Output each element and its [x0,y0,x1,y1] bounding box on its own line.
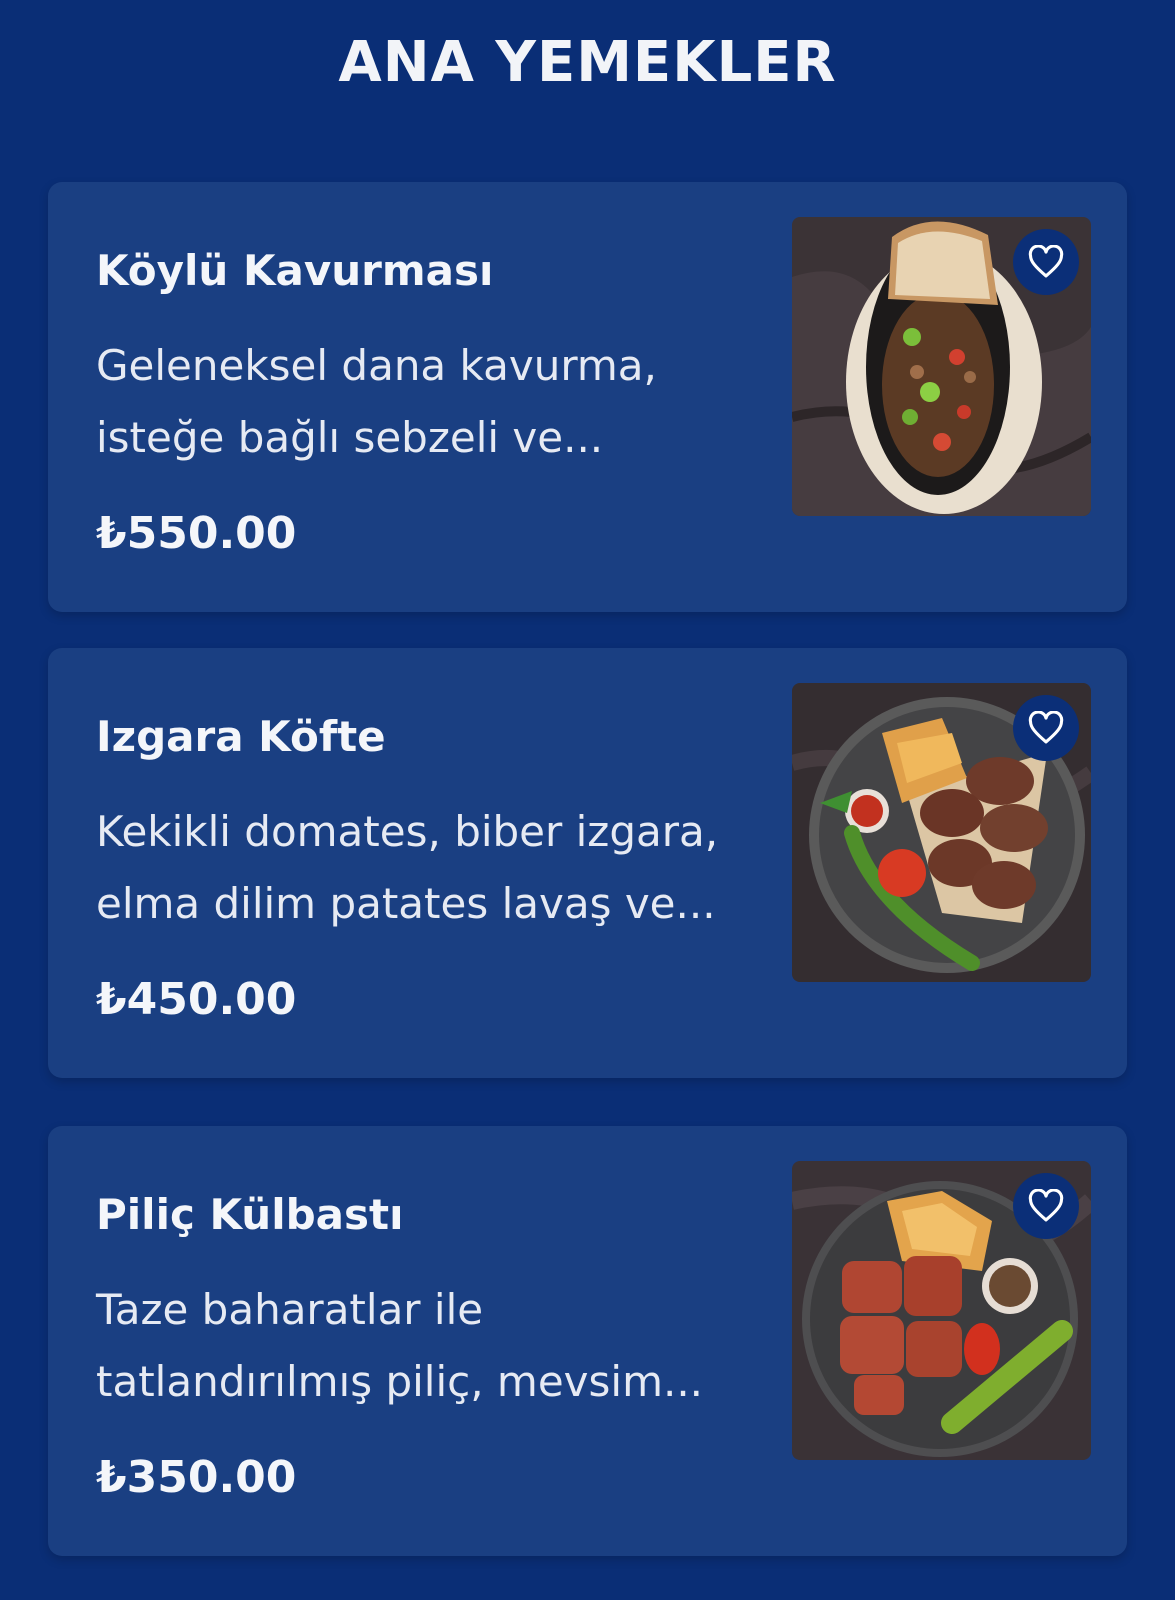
menu-item-description-line: Kekikli domates, biber izgara, [96,807,719,856]
menu-item-description: Geleneksel dana kavurma, isteğe bağlı se… [96,330,736,474]
menu-item-card[interactable]: Piliç Külbastı Taze baharatlar ile tatla… [48,1126,1127,1556]
menu-item-card[interactable]: Izgara Köfte Kekikli domates, biber izga… [48,648,1127,1078]
heart-outline-icon [1028,1189,1064,1222]
menu-item-description-line: Geleneksel dana kavurma, [96,341,657,390]
heart-outline-icon [1028,245,1064,278]
menu-item-price: ₺350.00 [96,1452,297,1503]
section-title: ANA YEMEKLER [338,30,837,95]
menu-item-description-line: isteğe bağlı sebzeli ve... [96,413,604,462]
menu-item-description: Kekikli domates, biber izgara, elma dili… [96,796,736,940]
menu-item-description-line: elma dilim patates lavaş ve... [96,879,716,928]
menu-page: ANA YEMEKLER Köylü Kavurması Geleneksel … [0,0,1175,1600]
favorite-button[interactable] [1013,1173,1079,1239]
menu-item-photo[interactable] [792,683,1091,982]
menu-item-price: ₺550.00 [96,508,297,559]
menu-item-price: ₺450.00 [96,974,297,1025]
menu-item-name: Izgara Köfte [96,712,386,761]
menu-item-name: Piliç Külbastı [96,1190,404,1239]
menu-item-description-line: tatlandırılmış piliç, mevsim... [96,1357,704,1406]
menu-item-name: Köylü Kavurması [96,246,494,295]
menu-item-photo[interactable] [792,217,1091,516]
menu-item-description-line: Taze baharatlar ile [96,1285,484,1334]
heart-outline-icon [1028,711,1064,744]
menu-item-photo[interactable] [792,1161,1091,1460]
menu-item-card[interactable]: Köylü Kavurması Geleneksel dana kavurma,… [48,182,1127,612]
favorite-button[interactable] [1013,695,1079,761]
favorite-button[interactable] [1013,229,1079,295]
menu-item-description: Taze baharatlar ile tatlandırılmış piliç… [96,1274,736,1418]
